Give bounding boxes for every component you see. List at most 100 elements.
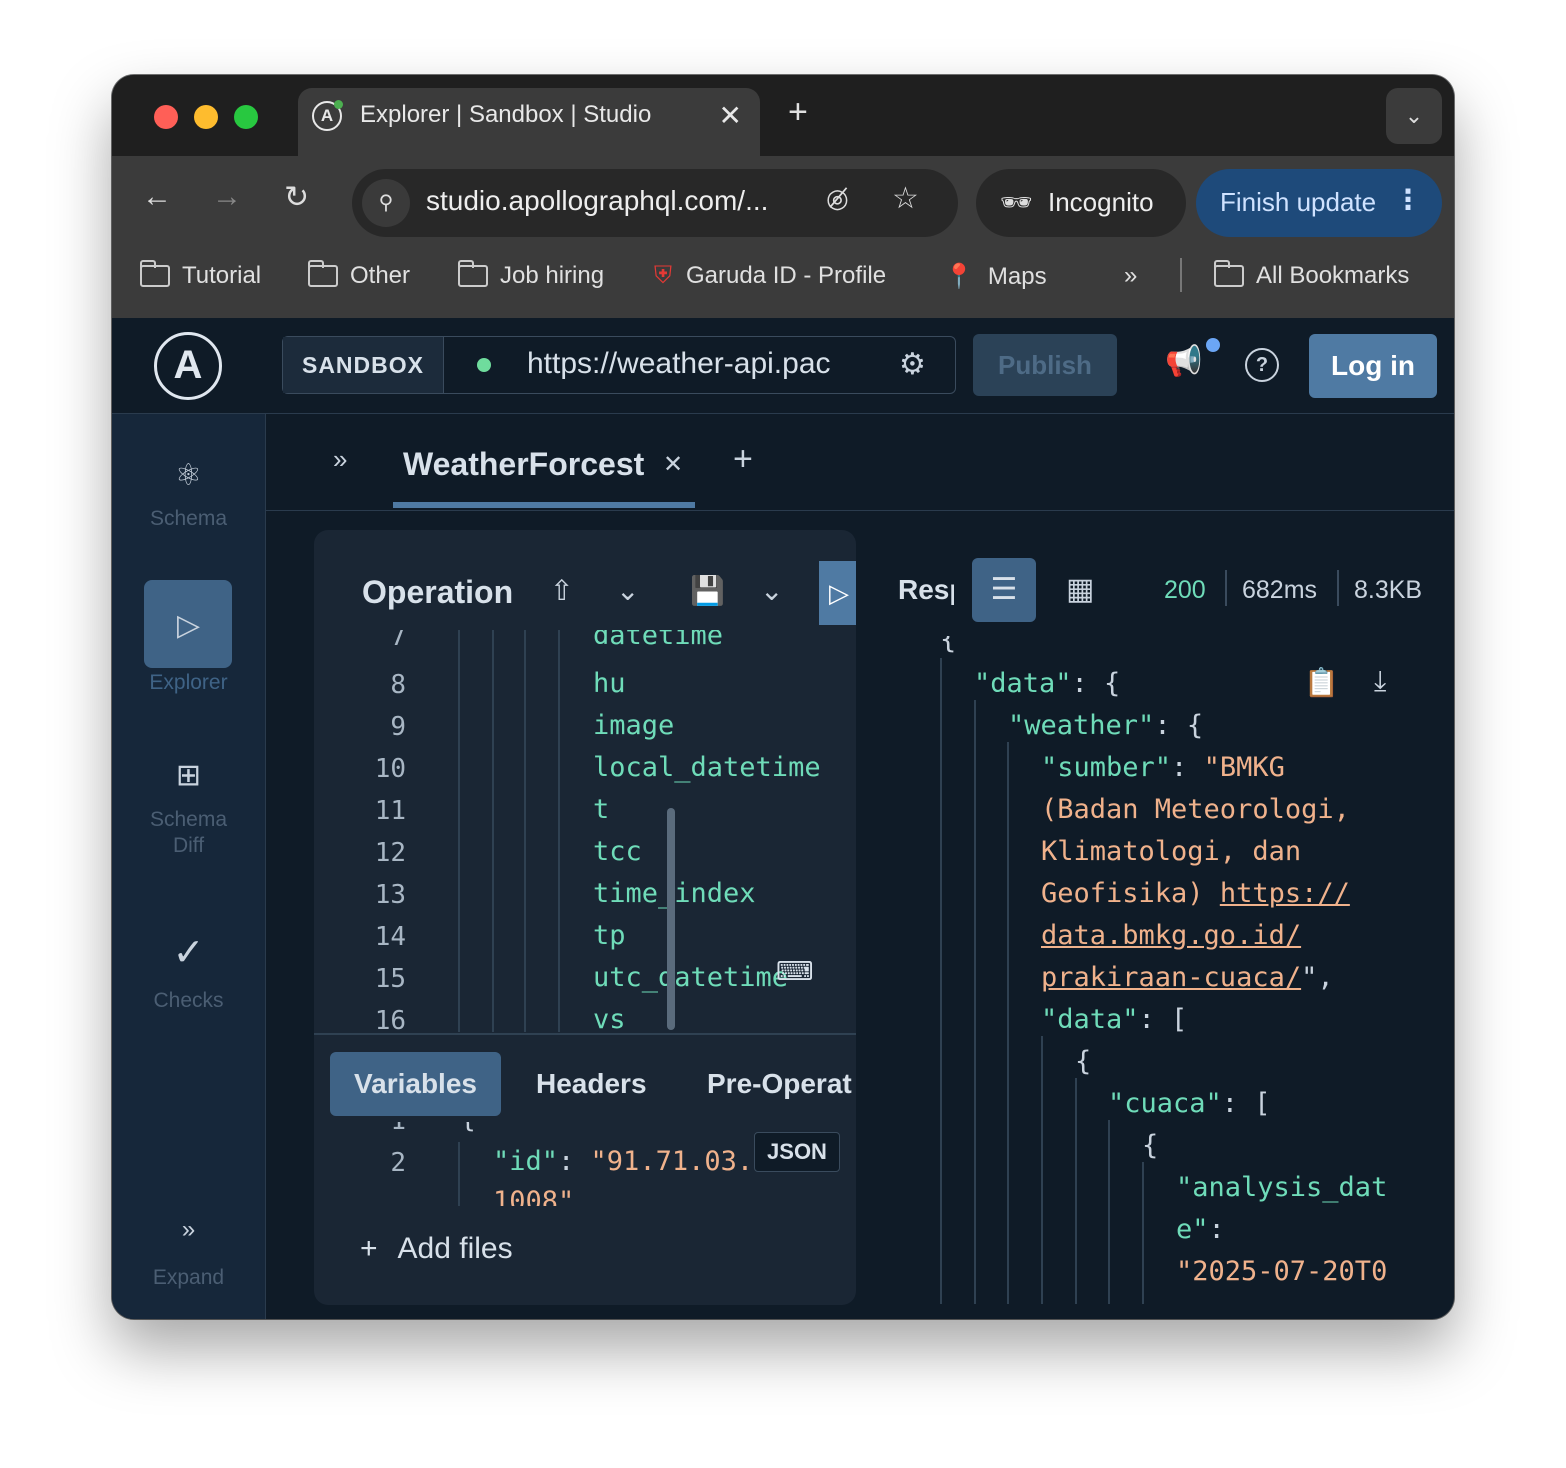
- chevron-down-icon[interactable]: ⌄: [616, 574, 639, 607]
- tab-search-chevron-icon[interactable]: ⌄: [1386, 88, 1442, 144]
- json-link[interactable]: prakiraan-cuaca/: [1041, 962, 1301, 993]
- json-string: "BMKG: [1203, 752, 1285, 783]
- new-operation-tab-button[interactable]: +: [733, 440, 753, 479]
- json-string: Geofisika): [1041, 878, 1220, 909]
- response-viewer[interactable]: { "data": { "weather": { "sumber": "BMKG…: [912, 636, 1432, 1304]
- tab-weatherforcest[interactable]: WeatherForcest: [403, 446, 644, 483]
- url-text[interactable]: studio.apollographql.com/...: [426, 185, 768, 217]
- endpoint-selector[interactable]: SANDBOX https://weather-api.pac ⚙: [282, 336, 956, 394]
- sidebar-item-expand[interactable]: » Expand: [112, 1216, 265, 1290]
- help-icon[interactable]: ?: [1245, 348, 1279, 382]
- tab-headers[interactable]: Headers: [536, 1052, 647, 1116]
- share-icon[interactable]: ⇧: [550, 574, 573, 607]
- address-bar[interactable]: ⚲ studio.apollographql.com/... ◎̸ ☆: [352, 169, 958, 237]
- check-icon: ✓: [172, 932, 205, 974]
- folder-icon: [308, 260, 338, 287]
- json-punct: : {: [1154, 710, 1204, 741]
- code-line: tp: [593, 920, 626, 951]
- back-arrow-icon[interactable]: ←: [142, 180, 172, 214]
- sidebar-item-schema[interactable]: ⚛ Schema: [112, 458, 265, 531]
- all-bookmarks[interactable]: All Bookmarks: [1214, 260, 1410, 290]
- endpoint-url-input[interactable]: https://weather-api.pac: [527, 347, 873, 381]
- bookmark-label: Tutorial: [182, 262, 262, 289]
- add-files-button[interactable]: + Add files: [360, 1232, 533, 1266]
- minimize-window-button[interactable]: [194, 105, 218, 129]
- response-title: Response: [898, 574, 954, 605]
- tab-pre-operation[interactable]: Pre-Operat: [707, 1052, 852, 1116]
- sidebar-item-explorer[interactable]: ▷ Explorer: [112, 608, 265, 695]
- bookmark-maps[interactable]: 📍 Maps: [944, 262, 1047, 291]
- kebab-menu-icon[interactable]: ⋮: [1394, 183, 1422, 216]
- close-tab-icon[interactable]: ✕: [663, 450, 683, 479]
- bookmark-other[interactable]: Other: [308, 260, 410, 290]
- operation-editor[interactable]: 7 datetime 8 hu 9 image 10 local_datetim…: [314, 630, 856, 1032]
- finish-update-button[interactable]: Finish update ⋮: [1196, 169, 1442, 237]
- bookmark-tutorial[interactable]: Tutorial: [140, 260, 262, 290]
- indent-guide: [974, 700, 976, 1304]
- publish-button[interactable]: Publish: [973, 334, 1117, 396]
- bookmark-label: Maps: [987, 263, 1047, 290]
- run-operation-button[interactable]: ▷: [819, 561, 856, 625]
- line-number: 8: [390, 670, 406, 700]
- json-badge[interactable]: JSON: [754, 1132, 840, 1172]
- expand-collections-icon[interactable]: »: [333, 444, 347, 475]
- maximize-window-button[interactable]: [234, 105, 258, 129]
- json-string: Klimatologi, dan: [1041, 836, 1302, 867]
- close-tab-icon[interactable]: ✕: [719, 99, 742, 132]
- code-line: "id": "91.71.03.: [493, 1146, 753, 1177]
- garuda-shield-icon: ⛨: [654, 262, 672, 289]
- site-settings-icon[interactable]: ⚲: [362, 179, 410, 227]
- json-view-icon[interactable]: ☰: [972, 558, 1036, 622]
- table-view-icon[interactable]: ▦: [1066, 572, 1094, 607]
- incognito-badge[interactable]: 🕶 Incognito: [976, 169, 1186, 237]
- bookmark-garuda[interactable]: ⛨ Garuda ID - Profile: [654, 262, 886, 290]
- close-window-button[interactable]: [154, 105, 178, 129]
- json-line: "cuaca": [: [1108, 1088, 1271, 1119]
- sidebar-item-schema-diff[interactable]: ⊞ Schema Diff: [112, 758, 265, 859]
- tab-variables[interactable]: Variables: [330, 1052, 501, 1116]
- line-number: 2: [390, 1148, 406, 1178]
- line-number: 15: [374, 964, 406, 994]
- megaphone-icon[interactable]: 📢: [1165, 338, 1221, 379]
- code-line: t: [593, 794, 610, 825]
- json-string: (Badan Meteorologi,: [1041, 794, 1350, 825]
- plus-icon: +: [360, 1232, 378, 1265]
- json-key: "cuaca": [1108, 1088, 1222, 1119]
- json-link[interactable]: data.bmkg.go.id/: [1041, 920, 1301, 951]
- line-number: 1: [354, 1122, 406, 1136]
- more-bookmarks-icon[interactable]: »: [1124, 262, 1137, 290]
- chevron-down-icon[interactable]: ⌄: [760, 574, 783, 607]
- browser-tab[interactable]: A Explorer | Sandbox | Studio ✕: [298, 88, 760, 156]
- all-bookmarks-label: All Bookmarks: [1256, 262, 1410, 289]
- line-number: 7: [390, 630, 406, 652]
- login-button[interactable]: Log in: [1309, 334, 1437, 398]
- json-line: {: [1075, 1046, 1092, 1077]
- json-punct: : [: [1221, 1088, 1271, 1119]
- gear-icon[interactable]: ⚙: [899, 347, 926, 382]
- forward-arrow-icon[interactable]: →: [212, 180, 242, 214]
- sidebar-item-label: Expand: [152, 1266, 225, 1289]
- apollo-logo[interactable]: A: [112, 318, 265, 414]
- bookmark-star-icon[interactable]: ☆: [892, 181, 919, 216]
- bookmark-job-hiring[interactable]: Job hiring: [458, 260, 604, 290]
- json-link[interactable]: https://: [1220, 878, 1350, 909]
- sidebar-item-label: Schema: [149, 507, 228, 530]
- eye-off-icon[interactable]: ◎̸: [826, 183, 849, 214]
- sidebar-item-label: Explorer: [149, 671, 228, 694]
- line-number: 9: [390, 712, 406, 742]
- new-tab-button[interactable]: +: [788, 93, 808, 132]
- scrollbar[interactable]: [667, 808, 675, 1030]
- sidebar-item-label: Schema Diff: [149, 808, 228, 857]
- json-key: "data": [974, 668, 1072, 699]
- save-icon[interactable]: 💾: [690, 574, 725, 607]
- copy-clipboard-icon[interactable]: 📋: [1304, 666, 1339, 699]
- add-files-label: Add files: [397, 1232, 513, 1265]
- sidebar-item-checks[interactable]: ✓ Checks: [112, 930, 265, 1013]
- double-chevron-icon: »: [181, 1216, 196, 1243]
- operation-title: Operation: [362, 574, 514, 610]
- download-icon[interactable]: ⤓: [1374, 664, 1386, 698]
- connection-status-dot: [477, 358, 491, 372]
- reload-icon[interactable]: ↻: [284, 180, 309, 215]
- keyboard-shortcuts-icon[interactable]: ⌨: [776, 956, 814, 987]
- sidebar-item-label: Checks: [153, 989, 224, 1012]
